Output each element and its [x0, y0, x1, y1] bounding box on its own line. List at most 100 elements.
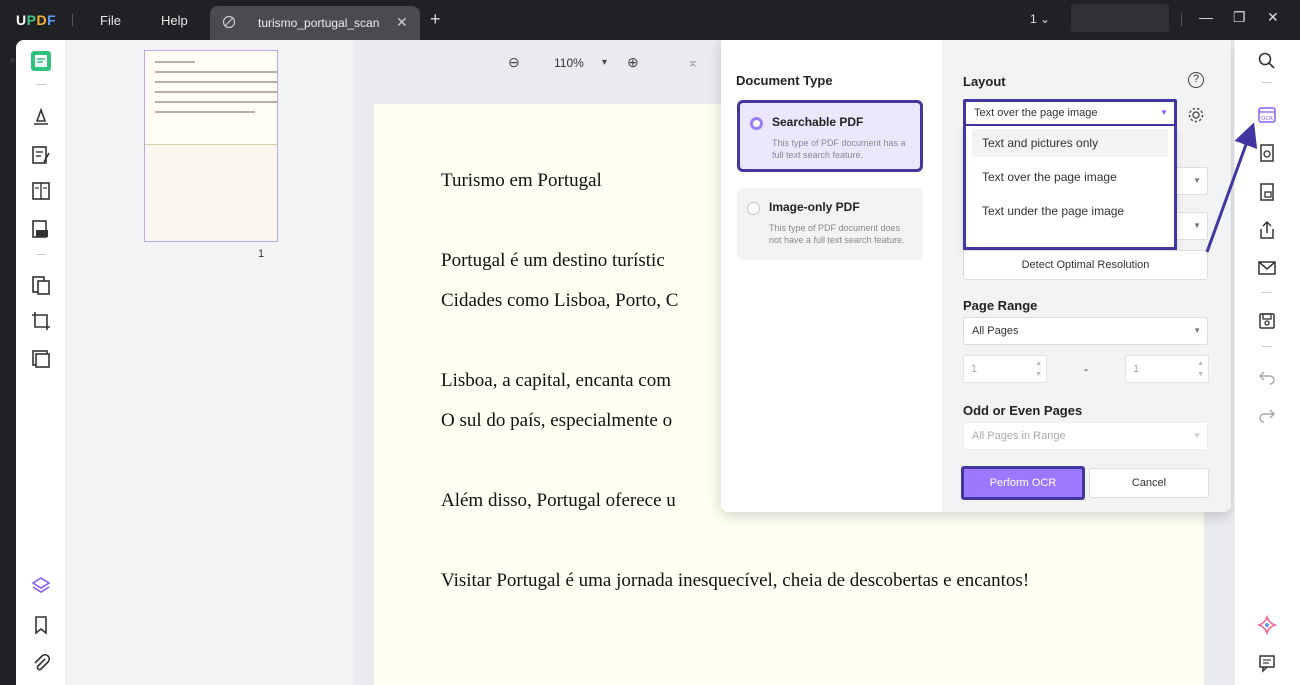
menu-help[interactable]: Help: [161, 13, 188, 28]
form-icon[interactable]: [30, 218, 52, 240]
first-page-icon[interactable]: ⌅: [687, 54, 699, 71]
chevron-down-icon: ▼: [1160, 108, 1168, 117]
layout-select[interactable]: Text over the page image ▼: [963, 99, 1177, 127]
divider: [1262, 82, 1272, 83]
page-thumbnail[interactable]: [144, 50, 278, 242]
zoom-level[interactable]: 110%: [554, 56, 584, 70]
layers-icon[interactable]: [30, 575, 52, 597]
document-tab[interactable]: turismo_portugal_scan ✕: [210, 6, 420, 40]
page-range-title: Page Range: [963, 298, 1038, 313]
layout-select-value: Text over the page image: [974, 107, 1098, 119]
redo-icon[interactable]: [1257, 404, 1277, 424]
account-box[interactable]: [1071, 4, 1169, 32]
zoom-dropdown-icon[interactable]: ▾: [602, 57, 607, 68]
document-viewer: ⊖ 110% ▾ ⊕ ⌅ Turismo em Portugal Portuga…: [354, 40, 1234, 685]
detect-resolution-button[interactable]: Detect Optimal Resolution: [963, 250, 1208, 280]
perform-ocr-button[interactable]: Perform OCR: [961, 466, 1085, 500]
page-from-stepper[interactable]: 1 ▲ ▼: [963, 355, 1047, 383]
divider: [72, 14, 73, 26]
doc-line: Lisboa, a capital, encanta com: [441, 370, 672, 391]
stepper-arrows-icon[interactable]: ▲ ▼: [1035, 358, 1042, 380]
app-logo: UPDF: [16, 12, 57, 28]
crop-icon[interactable]: [30, 310, 52, 332]
doc-line: Portugal é um destino turístic: [441, 250, 665, 271]
zoom-in-icon[interactable]: ⊕: [627, 54, 639, 71]
document-type-panel: Document Type Searchable PDF This type o…: [721, 40, 942, 512]
doc-title: Turismo em Portugal: [441, 170, 602, 191]
option-description: This type of PDF document does not have …: [769, 223, 905, 245]
thumbnail-panel: 1: [66, 40, 354, 685]
help-icon[interactable]: ?: [1188, 72, 1204, 88]
tab-close-icon[interactable]: ✕: [396, 14, 408, 31]
divider: [1262, 346, 1272, 347]
ocr-settings-panel: Layout ? Text over the page image ▼ ▼ ▼ …: [942, 40, 1231, 512]
chevron-down-icon: ▼: [1193, 176, 1201, 185]
odd-even-title: Odd or Even Pages: [963, 403, 1083, 418]
option-description: This type of PDF document has a full tex…: [772, 138, 906, 160]
email-icon[interactable]: [1257, 258, 1277, 278]
protect-icon[interactable]: [30, 348, 52, 370]
convert-pdf-icon[interactable]: [1257, 143, 1277, 163]
page-to-stepper[interactable]: 1 ▲ ▼: [1125, 355, 1209, 383]
layout-option[interactable]: Text and pictures only: [972, 129, 1168, 157]
divider: [1181, 13, 1182, 26]
stepper-arrows-icon[interactable]: ▲ ▼: [1197, 358, 1204, 380]
organize-icon[interactable]: [30, 180, 52, 202]
window-close-icon[interactable]: ✕: [1267, 9, 1279, 26]
highlighter-icon[interactable]: [30, 106, 52, 128]
title-bar: UPDF File Help turismo_portugal_scan ✕ +…: [0, 0, 1300, 40]
page-range-value: All Pages: [972, 325, 1019, 337]
thumbnail-text-block: [145, 51, 277, 145]
bookmark-icon[interactable]: [30, 614, 52, 636]
share-icon[interactable]: [1257, 220, 1277, 240]
image-only-pdf-option[interactable]: Image-only PDF This type of PDF document…: [737, 188, 923, 260]
radio-unchecked[interactable]: [747, 202, 760, 215]
document-tab-icon: [222, 15, 236, 29]
convert-icon[interactable]: [30, 274, 52, 296]
odd-even-value: All Pages in Range: [972, 430, 1066, 442]
option-title: Image-only PDF: [769, 200, 860, 214]
new-tab-icon[interactable]: +: [430, 9, 441, 30]
attachment-icon[interactable]: [30, 652, 52, 674]
chevron-down-icon: ▼: [1193, 431, 1201, 440]
odd-even-select[interactable]: All Pages in Range ▼: [963, 422, 1208, 450]
edit-text-icon[interactable]: [30, 144, 52, 166]
radio-checked[interactable]: [750, 117, 763, 130]
ai-assistant-icon[interactable]: [1257, 615, 1277, 635]
layout-option[interactable]: Text under the page image: [972, 197, 1168, 225]
chevron-down-icon: ▼: [1193, 221, 1201, 230]
thumbnail-page-number: 1: [258, 248, 265, 260]
page-to-value: 1: [1133, 363, 1140, 375]
page-range-select[interactable]: All Pages ▼: [963, 317, 1208, 345]
searchable-pdf-option[interactable]: Searchable PDF This type of PDF document…: [737, 100, 923, 172]
cancel-button[interactable]: Cancel: [1089, 468, 1209, 498]
layout-dropdown: Text and pictures only Text over the pag…: [963, 126, 1177, 250]
comment-icon[interactable]: [1257, 653, 1277, 673]
page-selector[interactable]: 1 ⌄: [1030, 12, 1050, 26]
minimize-icon[interactable]: —: [1199, 9, 1213, 25]
divider: [1262, 292, 1272, 293]
ocr-icon[interactable]: OCR: [1257, 105, 1277, 125]
protect-file-icon[interactable]: [1257, 182, 1277, 202]
left-toolbar: [16, 40, 66, 685]
save-icon[interactable]: [1257, 311, 1277, 331]
zoom-out-icon[interactable]: ⊖: [508, 54, 520, 71]
page-from-value: 1: [971, 363, 978, 375]
divider: [36, 84, 46, 85]
reader-icon[interactable]: [30, 50, 52, 72]
document-type-title: Document Type: [736, 73, 833, 88]
gear-icon[interactable]: [1187, 106, 1205, 124]
option-title: Searchable PDF: [772, 115, 864, 129]
doc-line: Visitar Portugal é uma jornada inesquecí…: [441, 570, 1030, 591]
undo-icon[interactable]: [1257, 366, 1277, 386]
sidebar-indicator: [10, 58, 15, 63]
right-toolbar: OCR: [1234, 40, 1300, 685]
ocr-dialog: Document Type Searchable PDF This type o…: [721, 40, 1231, 512]
layout-option[interactable]: Text over the page image: [972, 163, 1168, 191]
layout-title: Layout: [963, 74, 1006, 89]
search-icon[interactable]: [1257, 51, 1277, 71]
maximize-icon[interactable]: ❐: [1233, 9, 1246, 26]
chevron-down-icon: ▼: [1193, 326, 1201, 335]
tab-title: turismo_portugal_scan: [258, 16, 380, 30]
menu-file[interactable]: File: [100, 13, 121, 28]
